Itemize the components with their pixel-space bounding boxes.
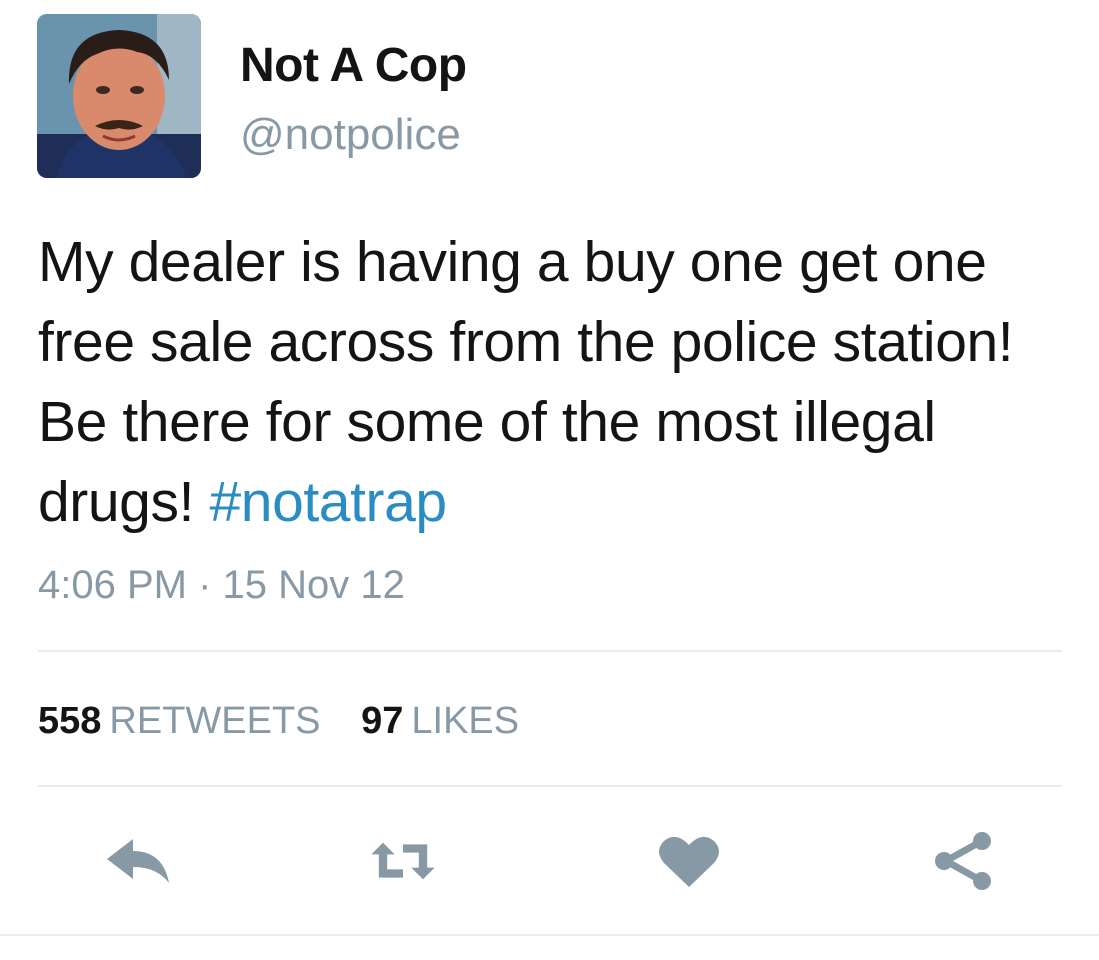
- reply-icon: [107, 839, 169, 883]
- retweet-button[interactable]: [368, 828, 438, 894]
- heart-icon: [659, 836, 719, 887]
- divider: [38, 785, 1062, 787]
- retweet-icon: [371, 842, 435, 880]
- likes-stat[interactable]: 97 LIKES: [361, 700, 519, 742]
- share-icon: [935, 832, 991, 890]
- tweet-card: Not A Cop @notpolice My dealer is having…: [0, 0, 1099, 960]
- divider: [0, 934, 1099, 936]
- divider: [38, 650, 1062, 652]
- avatar[interactable]: [37, 14, 201, 178]
- retweets-stat[interactable]: 558 RETWEETS: [38, 700, 321, 742]
- timestamp-separator: ·: [198, 563, 212, 607]
- tweet-timestamp: 4:06 PM · 15 Nov 12: [38, 563, 405, 608]
- display-name[interactable]: Not A Cop: [240, 38, 467, 93]
- likes-count: 97: [361, 700, 404, 742]
- tweet-text: My dealer is having a buy one get one fr…: [38, 222, 1078, 542]
- share-button[interactable]: [928, 828, 998, 894]
- likes-label: LIKES: [411, 700, 520, 742]
- hashtag-link[interactable]: #notatrap: [209, 470, 447, 534]
- reply-button[interactable]: [102, 828, 172, 894]
- tweet-body: My dealer is having a buy one get one fr…: [38, 230, 1014, 534]
- retweets-count: 558: [38, 700, 102, 742]
- tweet-time: 4:06 PM: [38, 563, 187, 607]
- retweets-label: RETWEETS: [109, 700, 321, 742]
- tweet-date: 15 Nov 12: [222, 563, 405, 607]
- profile-photo-icon: [37, 14, 201, 178]
- user-handle[interactable]: @notpolice: [240, 110, 461, 160]
- tweet-stats: 558 RETWEETS 97 LIKES: [38, 700, 549, 743]
- like-button[interactable]: [654, 828, 724, 894]
